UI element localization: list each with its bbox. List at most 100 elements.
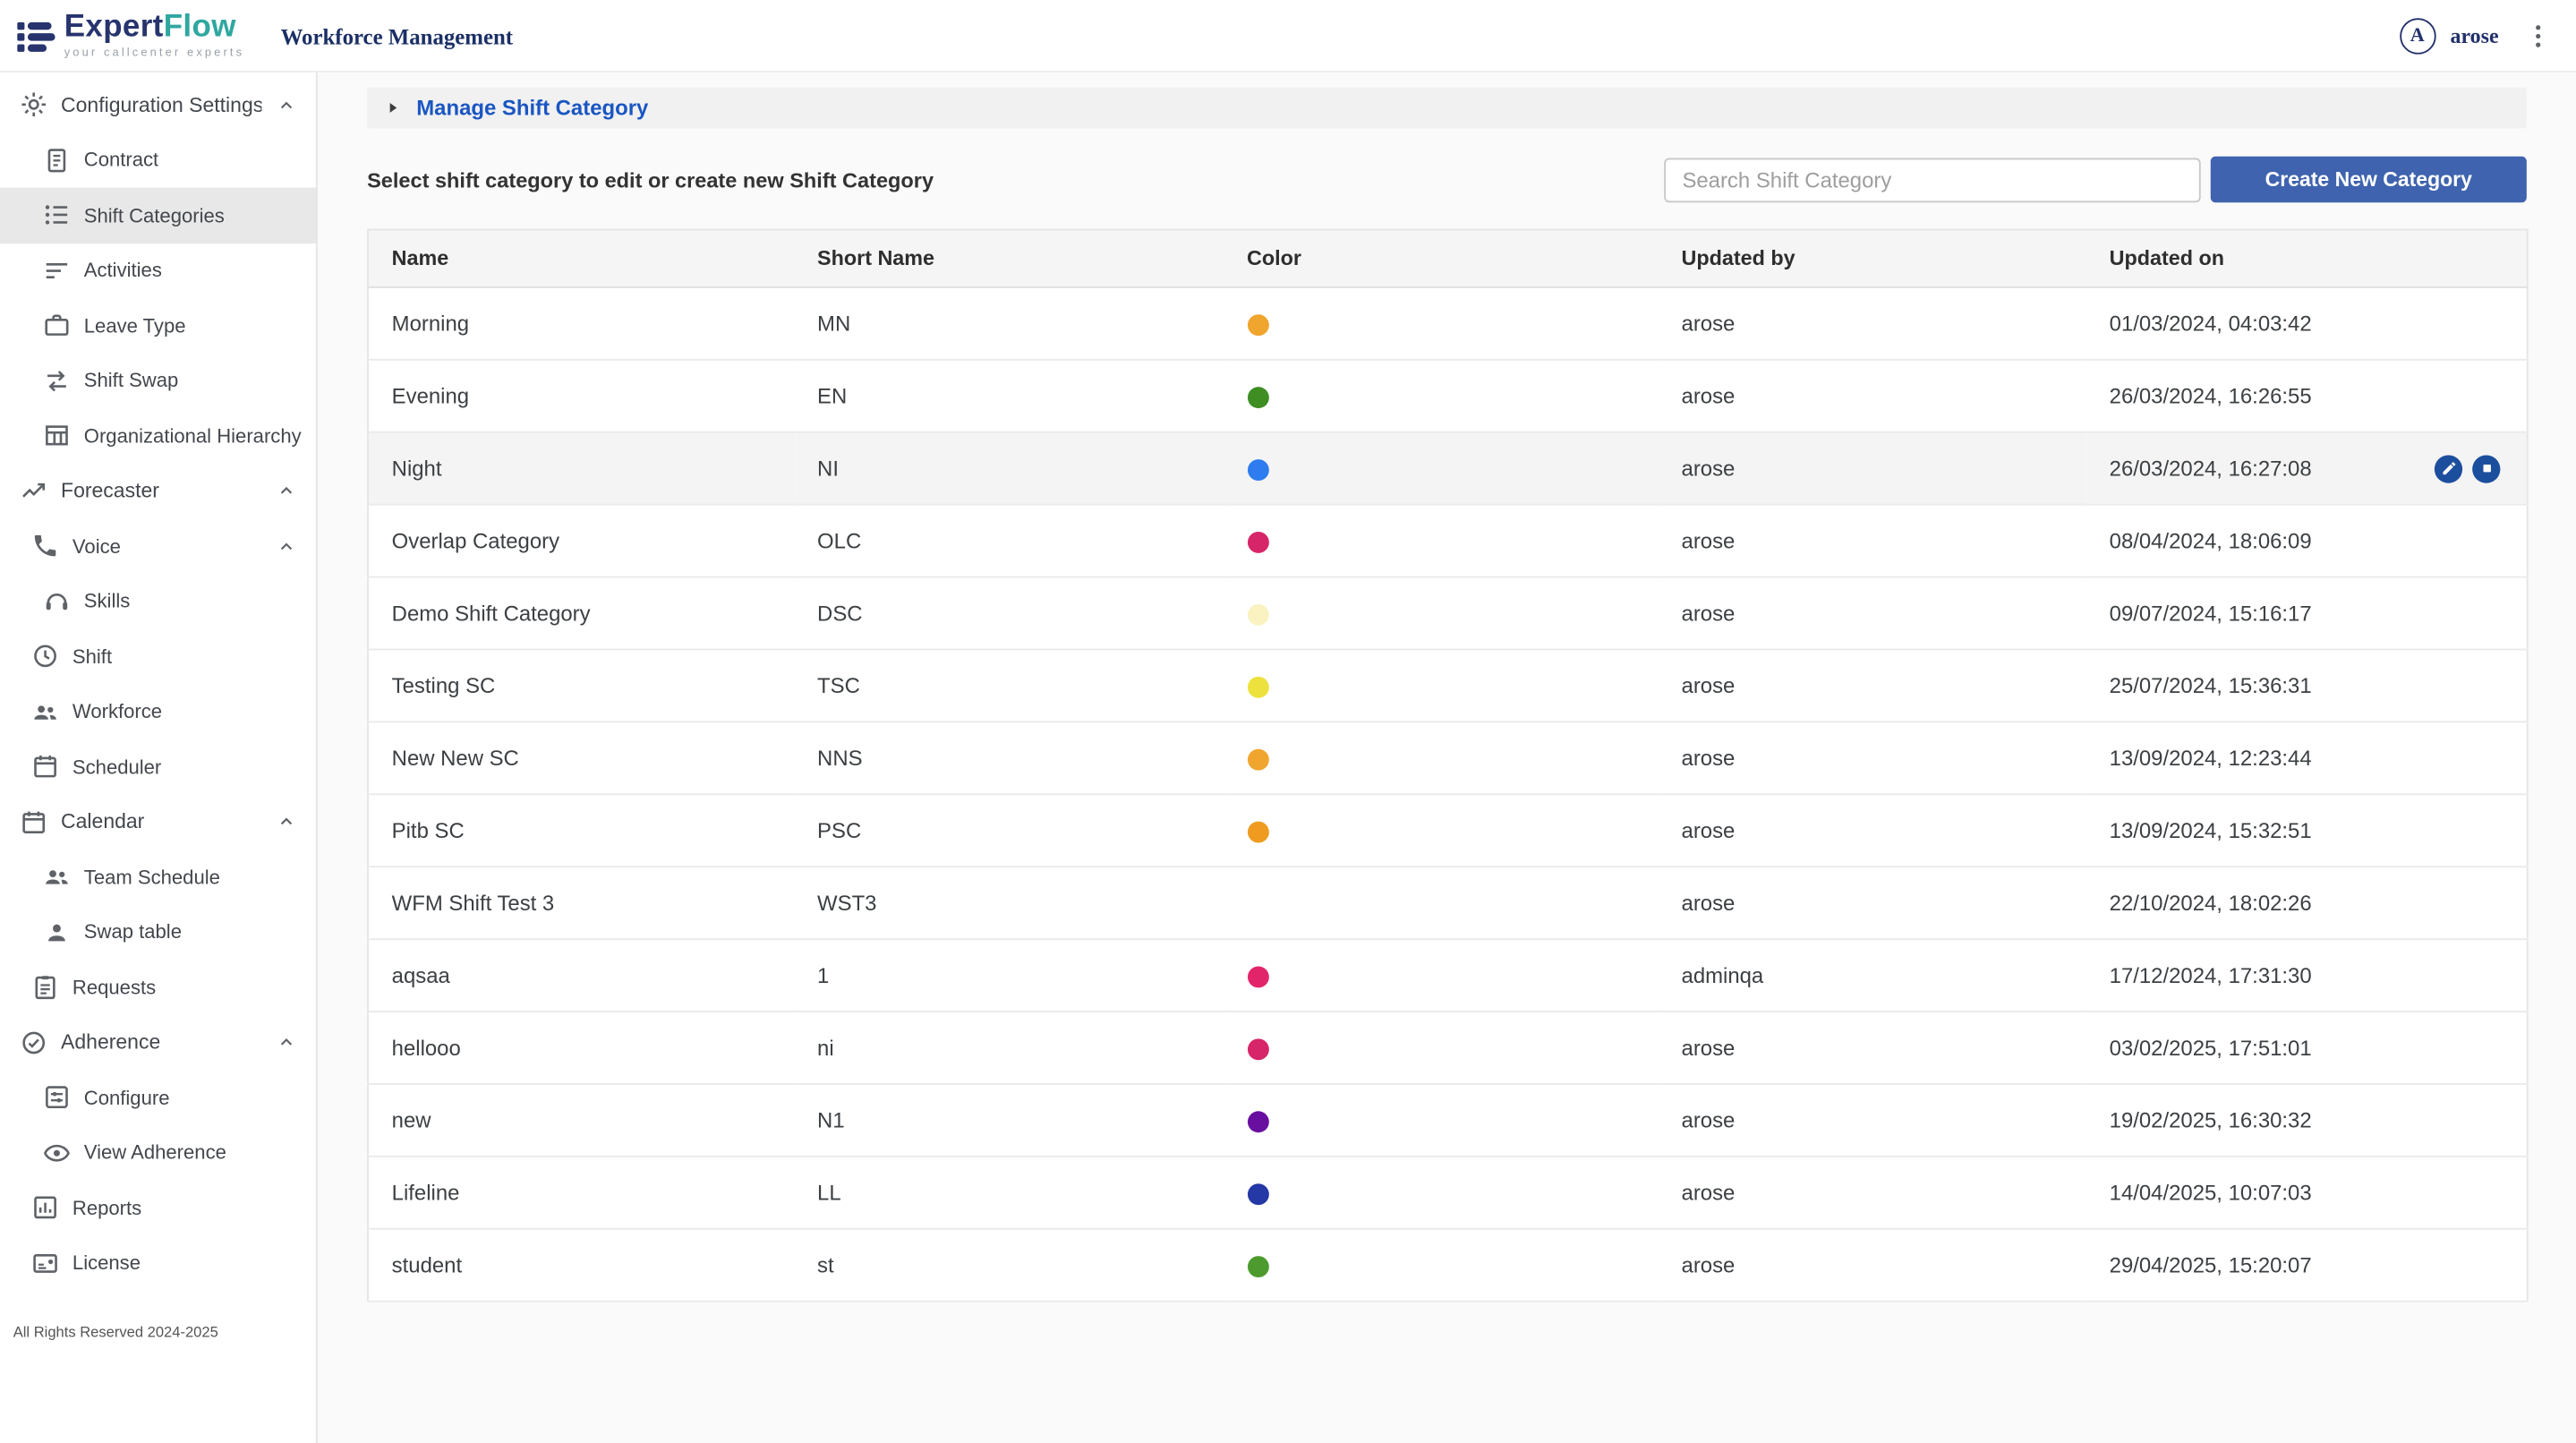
cell-color <box>1224 649 1658 722</box>
avatar[interactable]: A <box>2400 17 2435 53</box>
cell-updated-by: arose <box>1659 432 2086 505</box>
clock-icon <box>31 643 59 670</box>
table-row-new-new-sc[interactable]: New New SCNNSarose13/09/2024, 12:23:44 <box>368 722 2528 794</box>
chevron-up-icon <box>275 480 298 503</box>
cell-short-name: TSC <box>794 649 1224 722</box>
sidebar-item-calendar[interactable]: Calendar <box>0 794 316 850</box>
layout: Configuration SettingsContract Shift Cate… <box>0 73 2576 1443</box>
table-row-evening[interactable]: EveningENarose26/03/2024, 16:26:55 <box>368 360 2528 432</box>
sidebar-item-leave-type[interactable]: Leave Type <box>0 298 316 354</box>
table-row-wfm-shift-test-3[interactable]: WFM Shift Test 3WST3arose22/10/2024, 18:… <box>368 867 2528 939</box>
clipboard-icon <box>31 973 59 1001</box>
sidebar-item-label: Shift Categories <box>84 204 225 227</box>
cell-color <box>1224 939 1658 1012</box>
cell-name: hellooo <box>368 1012 794 1084</box>
chevron-up-icon <box>275 1031 298 1054</box>
sidebar-item-configuration-settings[interactable]: Configuration Settings <box>0 77 316 132</box>
table-row-aqsaa[interactable]: aqsaa1adminqa17/12/2024, 17:31:30 <box>368 939 2528 1012</box>
brand-name: ExpertFlow <box>64 12 244 43</box>
sidebar-item-label: Forecaster <box>61 480 159 503</box>
cell-short-name: N1 <box>794 1084 1224 1157</box>
sidebar-nav: Configuration SettingsContract Shift Cate… <box>0 77 316 1290</box>
more-vert-icon[interactable] <box>2523 21 2553 50</box>
swap-arrows-icon <box>43 367 71 395</box>
edit-button[interactable] <box>2435 455 2462 482</box>
table-row-student[interactable]: studentstarose29/04/2025, 15:20:07 <box>368 1229 2528 1302</box>
updated-on-text: 13/09/2024, 12:23:44 <box>2110 746 2312 771</box>
search-input[interactable] <box>1664 158 2201 202</box>
cell-updated-on: 19/02/2025, 16:30:32 <box>2086 1084 2528 1157</box>
sidebar-item-skills[interactable]: Skills <box>0 574 316 629</box>
table-row-hellooo[interactable]: helloooniarose03/02/2025, 17:51:01 <box>368 1012 2528 1084</box>
updated-on-text: 25/07/2024, 15:36:31 <box>2110 673 2312 698</box>
chevron-up-icon <box>275 810 298 833</box>
disable-button[interactable] <box>2472 455 2500 482</box>
gear-icon <box>20 91 47 119</box>
cell-color <box>1224 1157 1658 1229</box>
sidebar-item-label: Configure <box>84 1086 170 1109</box>
sidebar-item-shift[interactable]: Shift <box>0 628 316 684</box>
sidebar-item-license[interactable]: License <box>0 1235 316 1291</box>
sidebar-item-forecaster[interactable]: Forecaster <box>0 464 316 519</box>
create-new-category-button[interactable]: Create New Category <box>2211 157 2527 202</box>
sidebar-item-adherence[interactable]: Adherence <box>0 1015 316 1071</box>
people-icon <box>43 863 71 891</box>
sidebar-item-label: Shift <box>73 645 112 668</box>
category-color-dot <box>1247 387 1268 408</box>
sidebar-item-requests[interactable]: Requests <box>0 960 316 1015</box>
table-row-new[interactable]: newN1arose19/02/2025, 16:30:32 <box>368 1084 2528 1157</box>
sidebar-item-reports[interactable]: Reports <box>0 1181 316 1236</box>
cell-updated-on: 08/04/2024, 18:06:09 <box>2086 505 2528 577</box>
table-row-morning[interactable]: MorningMNarose01/03/2024, 04:03:42 <box>368 287 2528 360</box>
logo-text: ExpertFlow your callcenter experts <box>64 12 244 59</box>
table-row-lifeline[interactable]: LifelineLLarose14/04/2025, 10:07:03 <box>368 1157 2528 1229</box>
sidebar-item-label: Swap table <box>84 920 182 944</box>
cell-updated-on: 22/10/2024, 18:02:26 <box>2086 867 2528 939</box>
cell-updated-on: 26/03/2024, 16:27:08 <box>2086 432 2528 505</box>
cell-name: Evening <box>368 360 794 432</box>
sidebar-item-scheduler[interactable]: Scheduler <box>0 739 316 795</box>
sidebar-item-contract[interactable]: Contract <box>0 132 316 188</box>
cell-color <box>1224 505 1658 577</box>
person-icon <box>43 918 71 946</box>
sidebar-item-label: Team Schedule <box>84 866 220 889</box>
cell-updated-by: arose <box>1659 867 2086 939</box>
controls-row: Select shift category to edit or create … <box>367 157 2527 202</box>
sidebar-item-label: View Adherence <box>84 1141 226 1165</box>
cell-updated-on: 17/12/2024, 17:31:30 <box>2086 939 2528 1012</box>
sidebar-item-label: Adherence <box>61 1031 160 1054</box>
eye-icon <box>43 1139 71 1166</box>
updated-on-text: 26/03/2024, 16:27:08 <box>2110 456 2312 481</box>
sidebar-item-label: Leave Type <box>84 314 186 337</box>
sidebar-item-label: Activities <box>84 259 162 282</box>
cell-short-name: NNS <box>794 722 1224 794</box>
updated-on-text: 17/12/2024, 17:31:30 <box>2110 963 2312 988</box>
table-row-testing-sc[interactable]: Testing SCTSCarose25/07/2024, 15:36:31 <box>368 649 2528 722</box>
table-row-night[interactable]: NightNIarose26/03/2024, 16:27:08 <box>368 432 2528 505</box>
trend-up-icon <box>20 477 47 505</box>
sidebar-item-shift-categories[interactable]: Shift Categories <box>0 188 316 243</box>
sidebar-item-label: Skills <box>84 590 131 613</box>
sidebar-item-configure[interactable]: Configure <box>0 1070 316 1125</box>
cell-short-name: WST3 <box>794 867 1224 939</box>
manage-shift-category-accordion[interactable]: Manage Shift Category <box>367 87 2527 128</box>
table-row-pitb-sc[interactable]: Pitb SCPSCarose13/09/2024, 15:32:51 <box>368 794 2528 867</box>
sidebar-item-organizational-hierarchy[interactable]: Organizational Hierarchy <box>0 408 316 464</box>
cell-updated-by: arose <box>1659 1229 2086 1302</box>
sidebar-item-team-schedule[interactable]: Team Schedule <box>0 850 316 905</box>
sidebar-item-workforce[interactable]: Workforce <box>0 684 316 739</box>
sidebar-item-activities[interactable]: Activities <box>0 243 316 298</box>
column-header-updated-by: Updated by <box>1659 230 2086 287</box>
table-row-overlap-category[interactable]: Overlap CategoryOLCarose08/04/2024, 18:0… <box>368 505 2528 577</box>
cell-color <box>1224 867 1658 939</box>
sidebar-item-view-adherence[interactable]: View Adherence <box>0 1125 316 1181</box>
logo-tagline: your callcenter experts <box>64 47 244 59</box>
sidebar-item-shift-swap[interactable]: Shift Swap <box>0 353 316 408</box>
sidebar-item-swap-table[interactable]: Swap table <box>0 905 316 961</box>
people-icon <box>31 697 59 725</box>
sidebar-item-voice[interactable]: Voice <box>0 518 316 574</box>
updated-on-text: 08/04/2024, 18:06:09 <box>2110 528 2312 553</box>
table-row-demo-shift-category[interactable]: Demo Shift CategoryDSCarose09/07/2024, 1… <box>368 577 2528 650</box>
cell-updated-by: arose <box>1659 722 2086 794</box>
updated-on-text: 09/07/2024, 15:16:17 <box>2110 601 2312 626</box>
